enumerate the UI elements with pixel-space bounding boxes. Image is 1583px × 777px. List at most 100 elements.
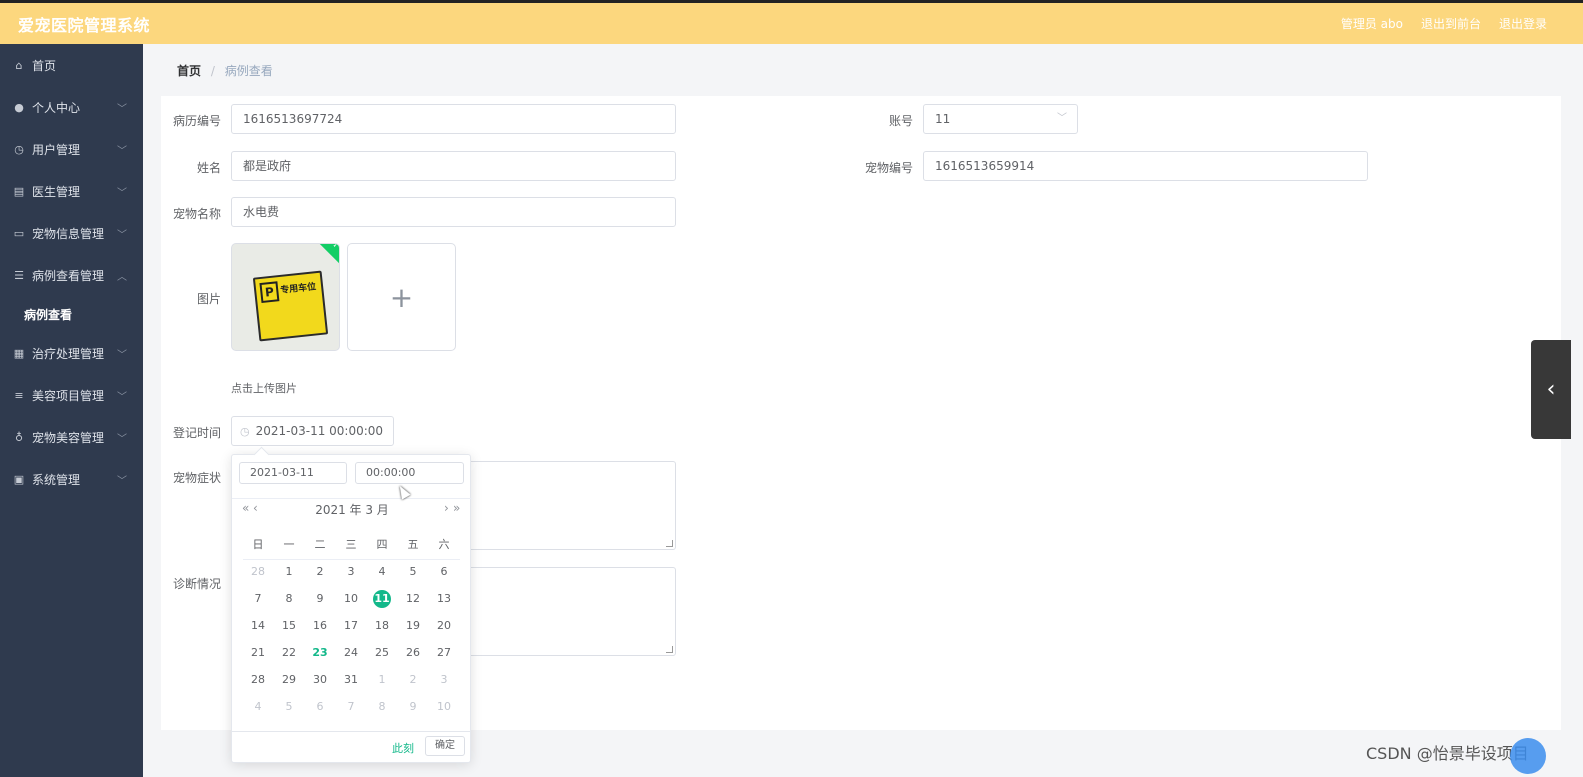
uploaded-image-thumbnail[interactable]: P 专用车位 ✓ — [231, 243, 340, 351]
check-icon: ✓ — [332, 243, 340, 250]
calendar-day-number: 8 — [285, 592, 293, 605]
calendar-day[interactable]: 30 — [305, 668, 335, 692]
pet-name-input[interactable]: 水电费 — [231, 197, 676, 227]
chevron-down-icon: ﹀ — [117, 230, 127, 241]
breadcrumb-home[interactable]: 首页 — [177, 64, 201, 78]
chevron-down-icon: ﹀ — [117, 104, 127, 115]
sidebar-item-pet-info-management[interactable]: ▭ 宠物信息管理 ﹀ — [0, 212, 143, 254]
calendar-day-number: 28 — [251, 673, 265, 686]
calendar-day[interactable]: 24 — [336, 641, 366, 665]
calendar-day[interactable]: 22 — [274, 641, 304, 665]
calendar-day[interactable]: 7 — [336, 695, 366, 719]
sidebar-item-system-management[interactable]: ▣ 系统管理 ﹀ — [0, 458, 143, 500]
sidebar-item-pet-beauty-management[interactable]: ♁ 宠物美容管理 ﹀ — [0, 416, 143, 458]
calendar-day-number: 10 — [344, 592, 358, 605]
calendar-day-number: 25 — [375, 646, 389, 659]
calendar-day[interactable]: 15 — [274, 614, 304, 638]
sidebar-item-treatment-management[interactable]: ▦ 治疗处理管理 ﹀ — [0, 332, 143, 374]
sidebar-item-user-management[interactable]: ◷ 用户管理 ﹀ — [0, 128, 143, 170]
sidebar-item-home[interactable]: ⌂ 首页 — [0, 44, 143, 86]
calendar-day[interactable]: 8 — [367, 695, 397, 719]
logout-link[interactable]: 退出登录 — [1499, 15, 1547, 32]
record-no-input[interactable]: 1616513697724 — [231, 104, 676, 134]
sidebar-item-beauty-project-management[interactable]: ≡ 美容项目管理 ﹀ — [0, 374, 143, 416]
sidebar-item-personal-center[interactable]: ● 个人中心 ﹀ — [0, 86, 143, 128]
name-input[interactable]: 都是政府 — [231, 151, 676, 181]
next-year-button[interactable]: » — [453, 501, 460, 515]
now-button[interactable]: 此刻 — [392, 740, 414, 756]
calendar-day[interactable]: 2 — [305, 560, 335, 584]
sidebar-item-label: 用户管理 — [32, 142, 81, 157]
calendar-day[interactable]: 2 — [398, 668, 428, 692]
calendar-day[interactable]: 9 — [398, 695, 428, 719]
calendar-day[interactable]: 5 — [398, 560, 428, 584]
calendar-day-number: 2 — [316, 565, 324, 578]
calendar-day-number: 2 — [409, 673, 417, 686]
calendar-day[interactable]: 6 — [305, 695, 335, 719]
calendar-day[interactable]: 7 — [243, 587, 273, 611]
calendar-day[interactable]: 6 — [429, 560, 459, 584]
record-no-label: 病历编号 — [172, 114, 221, 128]
calendar-day[interactable]: 12 — [398, 587, 428, 611]
sign-text: 专用车位 — [279, 282, 317, 296]
calendar-day[interactable]: 9 — [305, 587, 335, 611]
calendar-day[interactable]: 8 — [274, 587, 304, 611]
calendar-day-number: 9 — [409, 700, 417, 713]
calendar-day[interactable]: 11 — [367, 587, 397, 611]
sidebar-item-case-view-management[interactable]: ☰ 病例查看管理 ︿ — [0, 254, 143, 296]
calendar-day-number: 16 — [313, 619, 327, 632]
calendar-day[interactable]: 19 — [398, 614, 428, 638]
calendar-day[interactable]: 13 — [429, 587, 459, 611]
pet-no-input[interactable]: 1616513659914 — [923, 151, 1368, 181]
account-select[interactable]: 11 ﹀ — [923, 104, 1078, 134]
calendar-day[interactable]: 5 — [274, 695, 304, 719]
calendar-day[interactable]: 27 — [429, 641, 459, 665]
sidebar-item-doctor-management[interactable]: ▤ 医生管理 ﹀ — [0, 170, 143, 212]
calendar-day[interactable]: 3 — [429, 668, 459, 692]
picker-footer: 此刻 确定 — [232, 731, 470, 762]
exit-to-frontend-link[interactable]: 退出到前台 — [1421, 15, 1481, 32]
account-select-value: 11 — [935, 112, 951, 126]
parking-logo: P — [259, 281, 280, 304]
calendar-day[interactable]: 10 — [336, 587, 366, 611]
calendar-day-number: 15 — [282, 619, 296, 632]
watermark: CSDN @怡景毕设项目 — [1366, 744, 1529, 763]
calendar-day[interactable]: 4 — [367, 560, 397, 584]
floating-action-button[interactable] — [1510, 738, 1546, 774]
register-time-input[interactable]: ◷ 2021-03-11 00:00:00 — [231, 416, 394, 446]
calendar-day[interactable]: 23 — [305, 641, 335, 665]
calendar-day[interactable]: 26 — [398, 641, 428, 665]
calendar-day[interactable]: 10 — [429, 695, 459, 719]
next-month-button[interactable]: › — [444, 501, 449, 515]
calendar-day[interactable]: 28 — [243, 560, 273, 584]
calendar-day[interactable]: 17 — [336, 614, 366, 638]
calendar-day[interactable]: 16 — [305, 614, 335, 638]
drawer-toggle-button[interactable]: ‹ — [1531, 340, 1571, 439]
calendar-day[interactable]: 18 — [367, 614, 397, 638]
calendar-day-number: 3 — [347, 565, 355, 578]
resize-handle-icon[interactable] — [666, 540, 673, 547]
upload-image-button[interactable]: + — [347, 243, 456, 351]
calendar-day[interactable]: 20 — [429, 614, 459, 638]
calendar-day-number: 20 — [437, 619, 451, 632]
calendar-day[interactable]: 29 — [274, 668, 304, 692]
calendar-day[interactable]: 31 — [336, 668, 366, 692]
calendar-day-number: 21 — [251, 646, 265, 659]
sidebar-item-label: 治疗处理管理 — [32, 346, 105, 361]
calendar-day[interactable]: 4 — [243, 695, 273, 719]
sidebar-subitem-case-view[interactable]: 病例查看 — [0, 296, 143, 332]
calendar-day[interactable]: 25 — [367, 641, 397, 665]
calendar-day[interactable]: 1 — [274, 560, 304, 584]
resize-handle-icon[interactable] — [666, 646, 673, 653]
calendar-day[interactable]: 21 — [243, 641, 273, 665]
calendar-day[interactable]: 3 — [336, 560, 366, 584]
confirm-button[interactable]: 确定 — [425, 736, 465, 756]
calendar-day[interactable]: 14 — [243, 614, 273, 638]
picker-time-input[interactable]: 00:00:00 — [355, 462, 464, 484]
calendar-day-number: 11 — [373, 590, 391, 608]
calendar-day-number: 4 — [254, 700, 262, 713]
clock-icon: ◷ — [14, 142, 24, 156]
picker-date-input[interactable]: 2021-03-11 — [239, 462, 347, 484]
calendar-day[interactable]: 1 — [367, 668, 397, 692]
calendar-day[interactable]: 28 — [243, 668, 273, 692]
